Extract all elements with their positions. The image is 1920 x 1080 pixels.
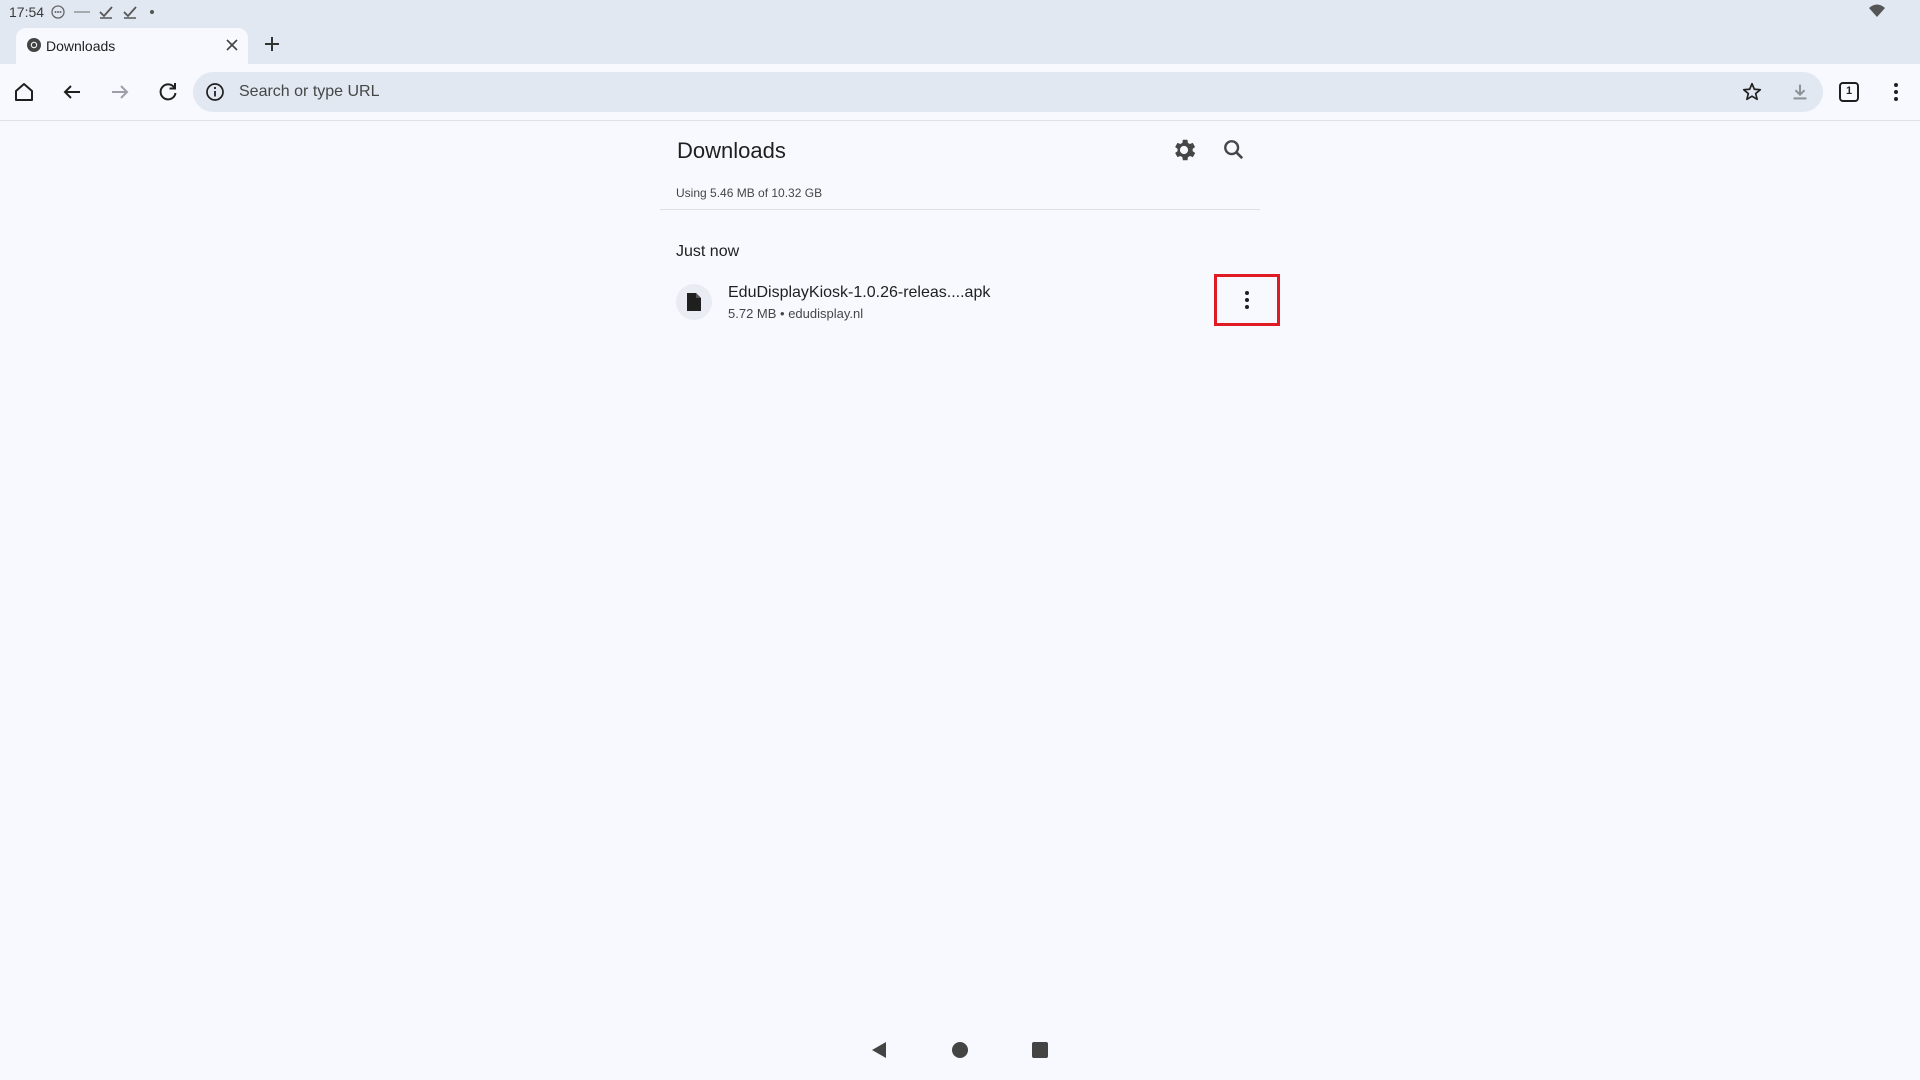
home-icon[interactable] (12, 80, 36, 104)
download-icon[interactable] (1789, 81, 1811, 103)
tab-strip: Downloads (0, 24, 1920, 64)
chrome-icon (27, 38, 41, 52)
list-item[interactable]: EduDisplayKiosk-1.0.26-releas....apk 5.7… (676, 274, 1280, 340)
check-icon (99, 6, 113, 19)
new-tab-button[interactable] (260, 32, 284, 56)
more-vert-icon[interactable] (1884, 80, 1908, 104)
file-name[interactable]: EduDisplayKiosk-1.0.26-releas....apk (728, 284, 990, 302)
item-more-button[interactable] (1214, 274, 1280, 326)
back-icon[interactable] (60, 80, 84, 104)
toolbar: 1 (0, 64, 1920, 121)
storage-usage: Using 5.46 MB of 10.32 GB (676, 186, 823, 200)
nav-home-icon[interactable] (950, 1040, 970, 1060)
page-title: Downloads (677, 138, 786, 163)
search-icon[interactable] (1220, 136, 1248, 164)
close-icon[interactable] (223, 36, 241, 54)
tab-title: Downloads (46, 38, 116, 54)
reload-icon[interactable] (156, 80, 180, 104)
dash-icon (74, 11, 90, 13)
section-label: Just now (676, 243, 740, 260)
nav-back-icon[interactable] (870, 1040, 888, 1060)
divider (660, 209, 1260, 210)
status-bar: 17:54 (0, 0, 1920, 24)
tab-switcher-button[interactable]: 1 (1836, 79, 1862, 105)
check-icon (123, 6, 137, 19)
tab-count: 1 (1845, 85, 1853, 97)
file-meta: 5.72 MB • edudisplay.nl (728, 306, 864, 321)
url-input[interactable] (239, 80, 1689, 104)
status-time: 17:54 (9, 4, 45, 20)
info-icon[interactable] (205, 82, 225, 102)
downloads-page: Downloads Using 5.46 MB of 10.32 GB Just… (660, 120, 1280, 720)
more-vert-icon (1245, 291, 1249, 309)
bookmark-star-icon[interactable] (1741, 81, 1763, 103)
document-icon (687, 293, 701, 311)
settings-gear-icon[interactable] (1170, 136, 1198, 164)
notification-icon (51, 5, 65, 19)
omnibox[interactable] (193, 72, 1823, 112)
dot-icon (150, 10, 154, 14)
system-nav-bar (0, 1030, 1920, 1070)
file-icon (676, 284, 712, 320)
nav-recents-icon[interactable] (1031, 1041, 1049, 1059)
forward-icon[interactable] (108, 80, 132, 104)
wifi-icon (1869, 4, 1885, 17)
tab-downloads[interactable]: Downloads (16, 28, 248, 64)
